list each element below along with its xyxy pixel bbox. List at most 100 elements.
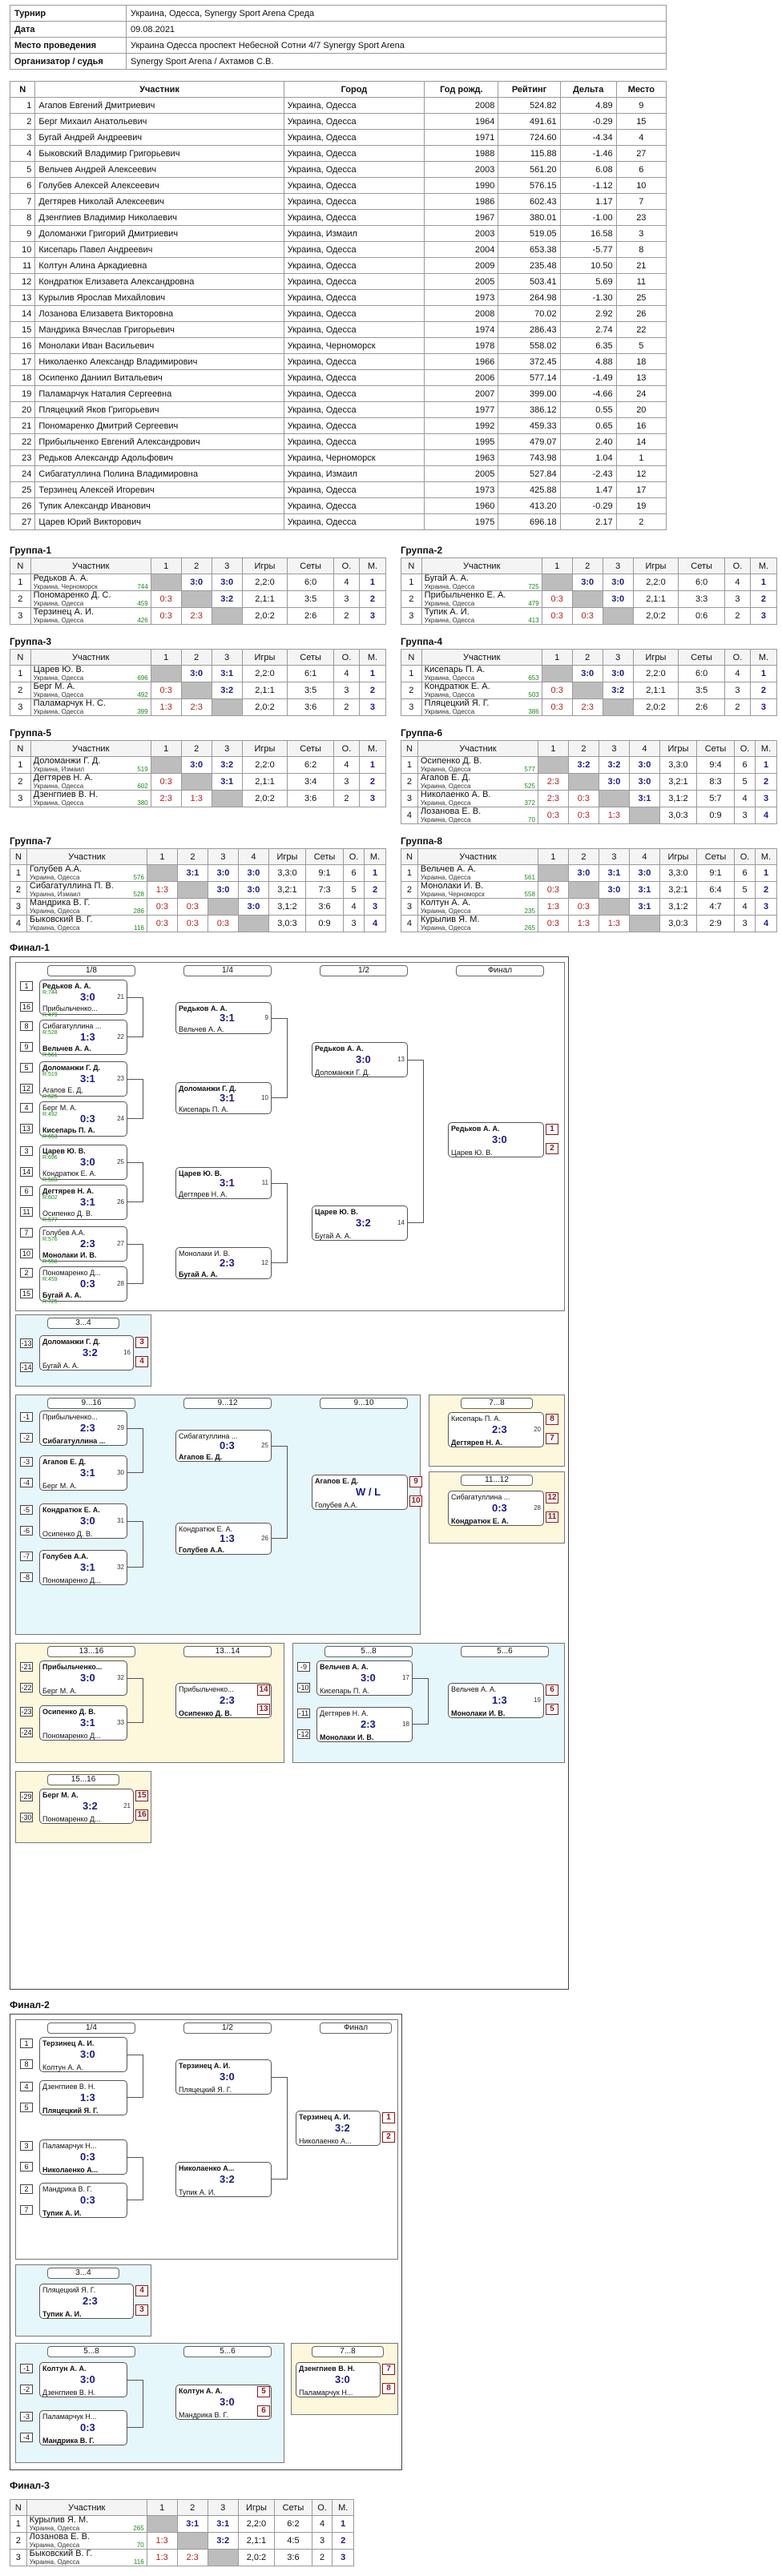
match-number: 30	[117, 1469, 124, 1476]
group-row: 2 Сибагатуллина П. В. Украина, Измаил 528 1:…	[10, 881, 386, 899]
seed-number: -7	[20, 1552, 33, 1561]
group-row: 2 Кондратюк Е. А. Украина, Одесса 503 0:3 3:2…	[401, 682, 778, 699]
table-cell: 10	[9, 241, 36, 258]
player-rating: 459	[137, 600, 148, 607]
table-cell: 23	[9, 449, 36, 466]
match-score-cell	[211, 698, 243, 716]
group-row-number: 3	[10, 2549, 27, 2566]
table-cell: 1990	[424, 177, 499, 194]
group-player: Николаенко А. В. Украина, Одесса 372	[417, 790, 538, 807]
match-score-cell: 3:1	[598, 864, 630, 882]
match-score-cell: 3:0	[237, 898, 269, 916]
group-table: N Участник 1 2 3 Игры Сеты О. М. 1 Доломанжи Г. Д.…	[10, 740, 387, 807]
bracket-score: 2:3	[220, 1694, 235, 1706]
table-cell: 13	[9, 289, 36, 306]
bracket-match: Дегтярев Н. А. 2:3 Монолаки И. В. 18	[316, 1707, 413, 1742]
player-region: Украина, Одесса 413	[424, 617, 539, 624]
player-rating: 116	[133, 2558, 144, 2566]
group-block: Группа-8 N Участник 1 2 3 4 Игры Сеты О. М. 1 Вельче…	[401, 835, 782, 932]
table-cell: 5.69	[559, 273, 617, 290]
table-cell: Осипенко Даниил Витальевич	[34, 369, 284, 386]
group-table: N Участник 1 2 3 Игры Сеты О. М. 1 Царев Ю. В. Укра…	[10, 649, 387, 716]
table-cell: 20	[9, 401, 36, 418]
table-cell: 2003	[424, 161, 499, 178]
group-column-header: 2	[571, 557, 603, 574]
group-row-number: 2	[10, 590, 31, 608]
group-column-header: Сеты	[695, 740, 736, 757]
bracket-connector	[127, 997, 143, 1037]
match-score-cell: 3:0	[180, 574, 212, 591]
round-label: 15...16	[47, 1774, 119, 1785]
group-row: 3 Быковский В. Г. Украина, Одесса 116 1:3 2:3…	[10, 2549, 354, 2566]
group-player: Курылив Я. М. Украина, Одесса 265	[417, 915, 538, 932]
player-rating: 576	[133, 874, 144, 881]
bracket-player-a: Голубев А.А.	[42, 1552, 89, 1560]
table-cell: Украина, Одесса	[283, 289, 425, 306]
group-player: Быковский В. Г. Украина, Одесса 116	[26, 2549, 147, 2566]
group-row-number: 2	[10, 773, 31, 791]
table-row: 4 Быковский Владимир Григорьевич Украина, …	[9, 145, 667, 162]
group-title: Группа-2	[401, 545, 443, 556]
games-cell: 2,1:1	[237, 2532, 276, 2550]
table-cell: Доломанжи Григорий Дмитриевич	[34, 225, 284, 242]
points-cell: 3	[311, 2532, 333, 2550]
table-cell: -4.66	[559, 385, 617, 402]
player-name: Берг М. А.	[33, 682, 75, 691]
player-rating: R:479	[42, 1012, 58, 1018]
bracket-player-b: Монолаки И. В.	[451, 1709, 506, 1717]
points-cell: 3	[333, 773, 360, 791]
table-cell: 12	[615, 465, 667, 482]
games-cell: 3,3:0	[659, 864, 697, 882]
match-score-cell	[180, 590, 212, 608]
group-column-header: Участник	[417, 848, 538, 865]
player-rating: 380	[137, 799, 148, 807]
player-name: Тупик А. И.	[424, 607, 470, 617]
bracket-score: 0:3	[80, 2421, 95, 2433]
match-score-cell	[150, 665, 182, 682]
group-row: 3 Колтун А. А. Украина, Одесса 235 1:3 0:3 3:1…	[401, 898, 777, 916]
points-cell: 3	[724, 682, 751, 699]
table-cell: Дзенгпиев Владимир Николаевич	[34, 209, 284, 226]
bracket-player-b: Мандрика В. Г.	[179, 2411, 228, 2419]
final-place: 5	[257, 2386, 270, 2397]
group-column-header: 1	[537, 848, 569, 865]
table-cell: 235.48	[498, 257, 561, 274]
bracket-player-b: Николаенко А...	[299, 2137, 352, 2145]
bracket-score: 1:3	[492, 1694, 507, 1706]
player-region: Украина, Одесса 70	[29, 2542, 144, 2549]
bracket-match: Монолаки И. В. 2:3 Бугай А. А. 12	[175, 1247, 272, 1279]
group-row: 1 Вельчев А. А. Украина, Одесса 561 3:0 3:1 3:…	[401, 864, 777, 882]
bracket-player-a: Дегтярев Н. А.	[320, 1709, 369, 1717]
match-score-cell	[571, 682, 603, 699]
table-cell: 7	[615, 193, 667, 210]
match-number: 28	[117, 1280, 124, 1287]
seed-number: 2	[20, 1268, 33, 1278]
sets-cell: 6:0	[678, 665, 725, 682]
group-column-header: Игры	[632, 649, 679, 666]
table-cell: 115.88	[498, 145, 561, 162]
match-score-cell: 0:3	[176, 915, 208, 932]
bracket-player-a: Пляцецкий Я. Г.	[42, 2286, 96, 2294]
table-cell: Украина, Одесса	[283, 145, 425, 162]
match-score-cell: 3:0	[237, 864, 269, 882]
bracket-match: Редьков А. А. 3:0 Царев Ю. В.	[448, 1122, 544, 1157]
match-number: 17	[402, 1674, 409, 1681]
points-cell: 4	[343, 898, 365, 916]
seed-number: -13	[20, 1338, 33, 1348]
table-cell: Пляцецкий Яков Григорьевич	[34, 401, 284, 418]
group-player: Агапов Е. Д. Украина, Одесса 525	[417, 773, 538, 791]
player-rating: 413	[528, 617, 539, 624]
bracket-score: 0:3	[80, 1278, 95, 1290]
match-score-cell: 0:3	[150, 773, 182, 791]
bracket-player-b: Тупик А. И.	[42, 2209, 82, 2217]
match-score-cell: 1:3	[180, 790, 212, 807]
group-column-header: О.	[311, 2499, 333, 2516]
bracket-score: 0:3	[220, 1439, 235, 1451]
table-cell: 10.50	[559, 257, 617, 274]
players-column-header: Год рожд.	[424, 81, 499, 98]
points-cell: 6	[734, 864, 756, 882]
seed-number: 5	[20, 2103, 33, 2112]
player-name: Кисепарь П. А.	[424, 665, 486, 674]
games-cell: 2,0:2	[241, 607, 288, 625]
table-cell: 22	[9, 433, 36, 450]
